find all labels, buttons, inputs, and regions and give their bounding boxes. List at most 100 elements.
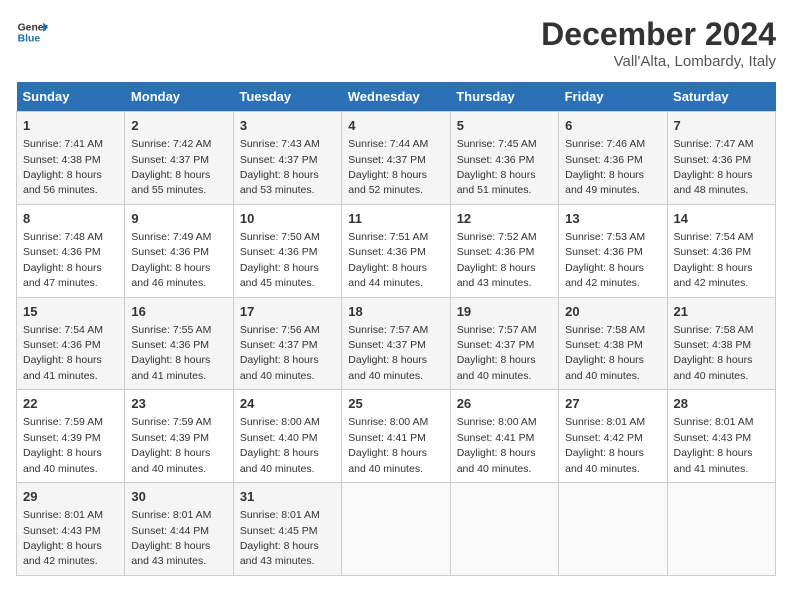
day-number: 24	[240, 395, 335, 413]
day-number: 4	[348, 117, 443, 135]
month-title: December 2024	[541, 16, 776, 53]
calendar-header-row: SundayMondayTuesdayWednesdayThursdayFrid…	[17, 82, 776, 112]
sunrise-info: Sunrise: 7:41 AMSunset: 4:38 PMDaylight:…	[23, 138, 103, 196]
sunrise-info: Sunrise: 7:57 AMSunset: 4:37 PMDaylight:…	[457, 324, 537, 382]
sunrise-info: Sunrise: 8:01 AMSunset: 4:43 PMDaylight:…	[674, 416, 754, 474]
sunrise-info: Sunrise: 7:59 AMSunset: 4:39 PMDaylight:…	[23, 416, 103, 474]
day-number: 22	[23, 395, 118, 413]
day-number: 14	[674, 210, 769, 228]
calendar-cell: 22 Sunrise: 7:59 AMSunset: 4:39 PMDayligh…	[17, 390, 125, 483]
calendar-cell: 21 Sunrise: 7:58 AMSunset: 4:38 PMDayligh…	[667, 297, 775, 390]
logo: General Blue	[16, 16, 48, 48]
day-number: 6	[565, 117, 660, 135]
day-header-friday: Friday	[559, 82, 667, 112]
day-number: 16	[131, 303, 226, 321]
day-number: 15	[23, 303, 118, 321]
sunrise-info: Sunrise: 7:54 AMSunset: 4:36 PMDaylight:…	[674, 231, 754, 289]
sunrise-info: Sunrise: 7:54 AMSunset: 4:36 PMDaylight:…	[23, 324, 103, 382]
calendar-table: SundayMondayTuesdayWednesdayThursdayFrid…	[16, 82, 776, 576]
day-number: 31	[240, 488, 335, 506]
calendar-cell: 2Sunrise: 7:42 AMSunset: 4:37 PMDaylight…	[125, 112, 233, 205]
sunrise-info: Sunrise: 7:58 AMSunset: 4:38 PMDaylight:…	[565, 324, 645, 382]
calendar-cell: 5Sunrise: 7:45 AMSunset: 4:36 PMDaylight…	[450, 112, 558, 205]
day-number: 5	[457, 117, 552, 135]
calendar-cell	[342, 483, 450, 576]
sunrise-info: Sunrise: 7:55 AMSunset: 4:36 PMDaylight:…	[131, 324, 211, 382]
day-number: 27	[565, 395, 660, 413]
calendar-week-row: 1 Sunrise: 7:41 AMSunset: 4:38 PMDaylight…	[17, 112, 776, 205]
calendar-cell: 30 Sunrise: 8:01 AMSunset: 4:44 PMDayligh…	[125, 483, 233, 576]
location: Vall'Alta, Lombardy, Italy	[541, 53, 776, 70]
sunrise-info: Sunrise: 8:00 AMSunset: 4:40 PMDaylight:…	[240, 416, 320, 474]
sunrise-info: Sunrise: 7:48 AMSunset: 4:36 PMDaylight:…	[23, 231, 103, 289]
sunrise-info: Sunrise: 7:47 AMSunset: 4:36 PMDaylight:…	[674, 138, 754, 196]
calendar-cell: 29Sunrise: 8:01 AMSunset: 4:43 PMDayligh…	[17, 483, 125, 576]
sunrise-info: Sunrise: 7:52 AMSunset: 4:36 PMDaylight:…	[457, 231, 537, 289]
day-number: 30	[131, 488, 226, 506]
sunrise-info: Sunrise: 7:57 AMSunset: 4:37 PMDaylight:…	[348, 324, 428, 382]
sunrise-info: Sunrise: 8:01 AMSunset: 4:45 PMDaylight:…	[240, 509, 320, 567]
sunrise-info: Sunrise: 7:46 AMSunset: 4:36 PMDaylight:…	[565, 138, 645, 196]
calendar-cell	[559, 483, 667, 576]
sunrise-info: Sunrise: 7:58 AMSunset: 4:38 PMDaylight:…	[674, 324, 754, 382]
sunrise-info: Sunrise: 8:00 AMSunset: 4:41 PMDaylight:…	[457, 416, 537, 474]
day-number: 9	[131, 210, 226, 228]
day-number: 17	[240, 303, 335, 321]
sunrise-info: Sunrise: 7:59 AMSunset: 4:39 PMDaylight:…	[131, 416, 211, 474]
calendar-week-row: 8 Sunrise: 7:48 AMSunset: 4:36 PMDaylight…	[17, 204, 776, 297]
day-number: 18	[348, 303, 443, 321]
day-number: 8	[23, 210, 118, 228]
calendar-cell: 25 Sunrise: 8:00 AMSunset: 4:41 PMDayligh…	[342, 390, 450, 483]
day-number: 10	[240, 210, 335, 228]
calendar-week-row: 22 Sunrise: 7:59 AMSunset: 4:39 PMDayligh…	[17, 390, 776, 483]
calendar-cell: 27 Sunrise: 8:01 AMSunset: 4:42 PMDayligh…	[559, 390, 667, 483]
day-number: 28	[674, 395, 769, 413]
calendar-cell: 15 Sunrise: 7:54 AMSunset: 4:36 PMDayligh…	[17, 297, 125, 390]
day-number: 7	[674, 117, 769, 135]
calendar-cell: 12 Sunrise: 7:52 AMSunset: 4:36 PMDayligh…	[450, 204, 558, 297]
calendar-cell: 16 Sunrise: 7:55 AMSunset: 4:36 PMDayligh…	[125, 297, 233, 390]
calendar-cell: 1 Sunrise: 7:41 AMSunset: 4:38 PMDaylight…	[17, 112, 125, 205]
day-number: 11	[348, 210, 443, 228]
day-number: 25	[348, 395, 443, 413]
day-header-monday: Monday	[125, 82, 233, 112]
logo-icon: General Blue	[16, 16, 48, 48]
sunrise-info: Sunrise: 7:56 AMSunset: 4:37 PMDaylight:…	[240, 324, 320, 382]
calendar-cell: 10 Sunrise: 7:50 AMSunset: 4:36 PMDayligh…	[233, 204, 341, 297]
calendar-week-row: 15 Sunrise: 7:54 AMSunset: 4:36 PMDayligh…	[17, 297, 776, 390]
day-header-sunday: Sunday	[17, 82, 125, 112]
day-number: 26	[457, 395, 552, 413]
calendar-cell: 14 Sunrise: 7:54 AMSunset: 4:36 PMDayligh…	[667, 204, 775, 297]
sunrise-info: Sunrise: 8:01 AMSunset: 4:43 PMDaylight:…	[23, 509, 103, 567]
calendar-cell: 4 Sunrise: 7:44 AMSunset: 4:37 PMDaylight…	[342, 112, 450, 205]
day-header-saturday: Saturday	[667, 82, 775, 112]
day-number: 1	[23, 117, 118, 135]
calendar-cell: 28 Sunrise: 8:01 AMSunset: 4:43 PMDayligh…	[667, 390, 775, 483]
sunrise-info: Sunrise: 7:51 AMSunset: 4:36 PMDaylight:…	[348, 231, 428, 289]
day-number: 21	[674, 303, 769, 321]
day-number: 3	[240, 117, 335, 135]
sunrise-info: Sunrise: 7:49 AMSunset: 4:36 PMDaylight:…	[131, 231, 211, 289]
calendar-cell: 31 Sunrise: 8:01 AMSunset: 4:45 PMDayligh…	[233, 483, 341, 576]
sunrise-info: Sunrise: 8:01 AMSunset: 4:42 PMDaylight:…	[565, 416, 645, 474]
calendar-cell: 18 Sunrise: 7:57 AMSunset: 4:37 PMDayligh…	[342, 297, 450, 390]
calendar-cell: 11 Sunrise: 7:51 AMSunset: 4:36 PMDayligh…	[342, 204, 450, 297]
sunrise-info: Sunrise: 8:01 AMSunset: 4:44 PMDaylight:…	[131, 509, 211, 567]
day-number: 19	[457, 303, 552, 321]
svg-text:Blue: Blue	[18, 34, 41, 45]
sunrise-info: Sunrise: 7:44 AMSunset: 4:37 PMDaylight:…	[348, 138, 428, 196]
day-header-tuesday: Tuesday	[233, 82, 341, 112]
calendar-cell: 9 Sunrise: 7:49 AMSunset: 4:36 PMDaylight…	[125, 204, 233, 297]
day-header-wednesday: Wednesday	[342, 82, 450, 112]
day-number: 12	[457, 210, 552, 228]
sunrise-info: Sunrise: 8:00 AMSunset: 4:41 PMDaylight:…	[348, 416, 428, 474]
sunrise-info: Sunrise: 7:43 AMSunset: 4:37 PMDaylight:…	[240, 138, 320, 196]
day-number: 13	[565, 210, 660, 228]
sunrise-info: Sunrise: 7:50 AMSunset: 4:36 PMDaylight:…	[240, 231, 320, 289]
calendar-cell: 7 Sunrise: 7:47 AMSunset: 4:36 PMDaylight…	[667, 112, 775, 205]
calendar-cell	[667, 483, 775, 576]
day-number: 23	[131, 395, 226, 413]
calendar-cell: 8 Sunrise: 7:48 AMSunset: 4:36 PMDaylight…	[17, 204, 125, 297]
calendar-cell: 24 Sunrise: 8:00 AMSunset: 4:40 PMDayligh…	[233, 390, 341, 483]
day-number: 2	[131, 117, 226, 135]
